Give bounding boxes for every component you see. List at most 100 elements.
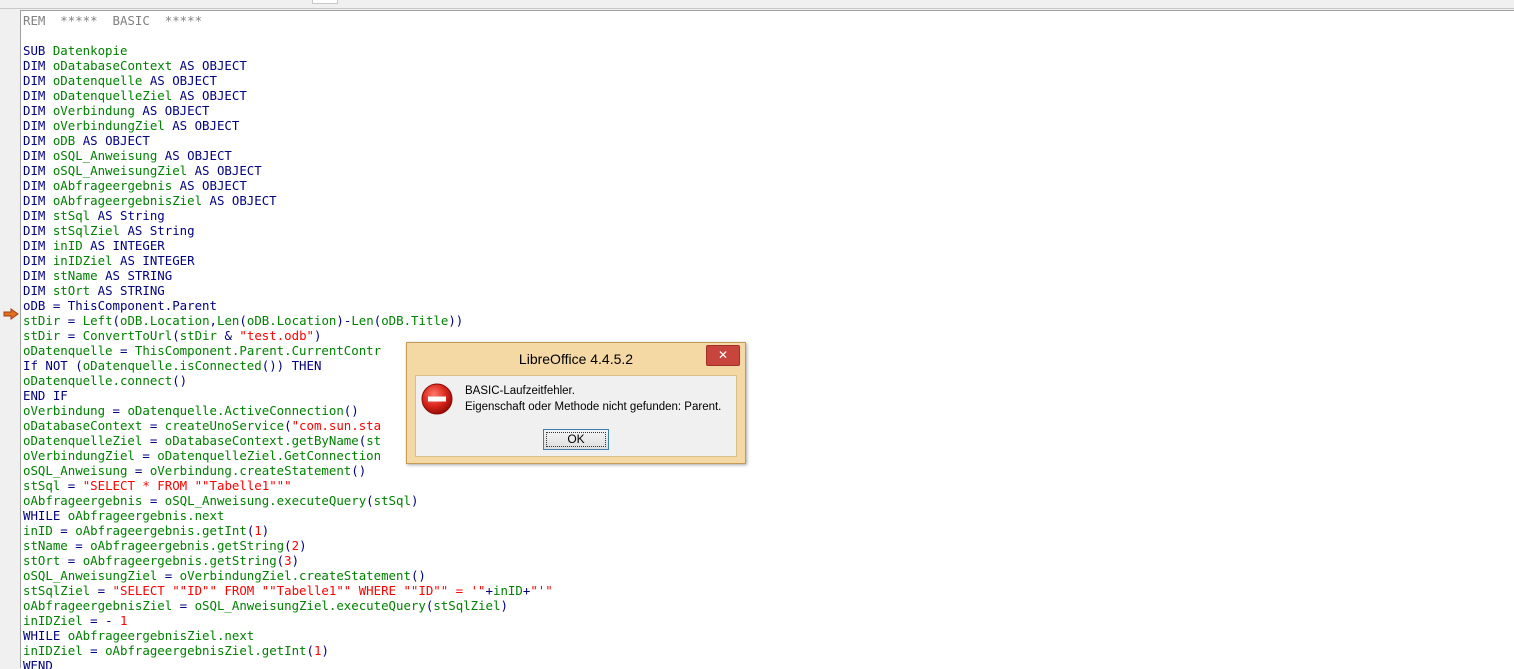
code-token: ) [291, 553, 300, 568]
code-token: = [157, 568, 180, 583]
code-token: oDB [52, 133, 76, 148]
code-token: ) [261, 523, 270, 538]
code-token: ( [306, 643, 314, 658]
code-token: Left [82, 313, 113, 328]
code-line[interactable]: DIM stSqlZiel AS String [23, 223, 553, 238]
code-line[interactable]: DIM oVerbindungZiel AS OBJECT [23, 118, 553, 133]
code-line[interactable]: stName = oAbfrageergebnis.getString(2) [23, 538, 553, 553]
code-token: DIM [23, 193, 53, 208]
code-line[interactable]: DIM stOrt AS STRING [23, 283, 553, 298]
code-token: ( [172, 328, 180, 343]
code-line[interactable]: WEND [23, 658, 553, 669]
code-line[interactable]: stDir = ConvertToUrl(stDir & "test.odb") [23, 328, 553, 343]
code-line[interactable]: oSQL_AnweisungZiel = oVerbindungZiel.cre… [23, 568, 553, 583]
code-token: stSqlZiel [52, 223, 120, 238]
code-token: "SELECT * FROM ""Tabelle1""" [82, 478, 292, 493]
code-token: oAbfrageergebnis [23, 493, 143, 508]
code-token: = [82, 643, 106, 658]
code-line[interactable]: stSqlZiel = "SELECT ""ID"" FROM ""Tabell… [23, 583, 553, 598]
code-token: stSql [52, 208, 91, 223]
dialog-titlebar[interactable]: LibreOffice 4.4.5.2 ✕ [407, 343, 745, 375]
basic-code-editor[interactable]: REM ***** BASIC ***** SUB Datenkopie DIM o… [21, 10, 1514, 669]
dialog-title: LibreOffice 4.4.5.2 [518, 351, 634, 367]
code-token: oVerbindung [52, 103, 135, 118]
code-line[interactable]: DIM oAbfrageergebnis AS OBJECT [23, 178, 553, 193]
code-token: AS String [90, 208, 165, 223]
tab-stub[interactable] [312, 0, 338, 4]
code-line[interactable]: inID = oAbfrageergebnis.getInt(1) [23, 523, 553, 538]
code-line[interactable]: DIM inID AS INTEGER [23, 238, 553, 253]
code-line[interactable]: stSql = "SELECT * FROM ""Tabelle1""" [23, 478, 553, 493]
code-token: WHILE [23, 508, 68, 523]
code-token: DIM [23, 73, 53, 88]
dialog-body: BASIC-Laufzeitfehler. Eigenschaft oder M… [415, 375, 737, 457]
code-line[interactable]: stDir = Left(oDB.Location,Len(oDB.Locati… [23, 313, 553, 328]
code-token: oSQL_AnweisungZiel.executeQuery [194, 598, 426, 613]
code-token: )) [448, 313, 464, 328]
code-token: oDatenquelleZiel.GetConnection [157, 448, 382, 463]
code-token: createUnoService [164, 418, 285, 433]
code-token: AS OBJECT [134, 103, 210, 118]
code-line[interactable]: SUB Datenkopie [23, 43, 553, 58]
code-token: inID [52, 238, 83, 253]
code-token: DIM [23, 118, 53, 133]
code-token: stOrt [23, 553, 61, 568]
code-line[interactable]: WHILE oAbfrageergebnisZiel.next [23, 628, 553, 643]
code-token: AS OBJECT [157, 148, 232, 163]
code-token: oSQL_AnweisungZiel [52, 163, 188, 178]
code-line[interactable]: DIM oSQL_Anweisung AS OBJECT [23, 148, 553, 163]
code-line[interactable]: DIM oDatabaseContext AS OBJECT [23, 58, 553, 73]
ok-button[interactable]: OK [543, 429, 609, 450]
code-line[interactable]: stOrt = oAbfrageergebnis.getString(3) [23, 553, 553, 568]
code-token: oVerbindungZiel [52, 118, 165, 133]
code-line[interactable]: WHILE oAbfrageergebnis.next [23, 508, 553, 523]
code-token: AS String [119, 223, 195, 238]
code-line[interactable] [23, 28, 553, 43]
code-line[interactable]: DIM oAbfrageergebnisZiel AS OBJECT [23, 193, 553, 208]
code-token: = [52, 523, 76, 538]
code-line[interactable]: inIDZiel = oAbfrageergebnisZiel.getInt(1… [23, 643, 553, 658]
code-line[interactable]: DIM stSql AS String [23, 208, 553, 223]
code-token: Datenkopie [52, 43, 128, 58]
code-token: oAbfrageergebnis [52, 178, 173, 193]
code-token: AS OBJECT [202, 193, 277, 208]
code-token: = [172, 598, 195, 613]
code-line[interactable]: REM ***** BASIC ***** [23, 13, 553, 28]
code-token: AS OBJECT [172, 88, 247, 103]
code-token: stSqlZiel [23, 583, 91, 598]
code-line[interactable]: DIM oVerbindung AS OBJECT [23, 103, 553, 118]
close-button[interactable]: ✕ [706, 345, 740, 366]
code-line[interactable]: DIM inIDZiel AS INTEGER [23, 253, 553, 268]
code-line[interactable]: DIM oSQL_AnweisungZiel AS OBJECT [23, 163, 553, 178]
breakpoint-gutter[interactable] [0, 10, 21, 668]
code-token: stSql [373, 493, 411, 508]
code-token: "com.sun.sta [291, 418, 382, 433]
code-token: "test.odb" [239, 328, 315, 343]
code-line[interactable]: oAbfrageergebnis = oSQL_Anweisung.execut… [23, 493, 553, 508]
code-token: REM ***** BASIC ***** [23, 13, 203, 28]
code-token: 2 [291, 538, 300, 553]
code-token: oAbfrageergebnisZiel.next [67, 628, 255, 643]
code-token: ( [366, 493, 374, 508]
code-token: () [172, 373, 188, 388]
code-token: = [60, 313, 83, 328]
code-token: = [142, 493, 165, 508]
code-token: oVerbindungZiel.createStatement [179, 568, 411, 583]
code-line[interactable]: DIM stName AS STRING [23, 268, 553, 283]
code-line[interactable]: oSQL_Anweisung = oVerbindung.createState… [23, 463, 553, 478]
code-token: oDatabaseContext [23, 418, 143, 433]
code-line[interactable]: DIM oDB AS OBJECT [23, 133, 553, 148]
code-token: AS OBJECT [142, 73, 217, 88]
code-line[interactable]: DIM oDatenquelle AS OBJECT [23, 73, 553, 88]
code-line[interactable]: DIM oDatenquelleZiel AS OBJECT [23, 88, 553, 103]
code-token: oAbfrageergebnis.getString [82, 553, 277, 568]
code-token: oAbfrageergebnisZiel [52, 193, 203, 208]
code-token: Len [351, 313, 374, 328]
code-line[interactable]: oAbfrageergebnisZiel = oSQL_AnweisungZie… [23, 598, 553, 613]
code-token: 1 [254, 523, 262, 538]
code-token: AS OBJECT [187, 163, 262, 178]
ok-button-label: OK [567, 432, 585, 446]
code-token: stDir [179, 328, 218, 343]
code-line[interactable]: oDB = ThisComponent.Parent [23, 298, 553, 313]
code-line[interactable]: inIDZiel = - 1 [23, 613, 553, 628]
